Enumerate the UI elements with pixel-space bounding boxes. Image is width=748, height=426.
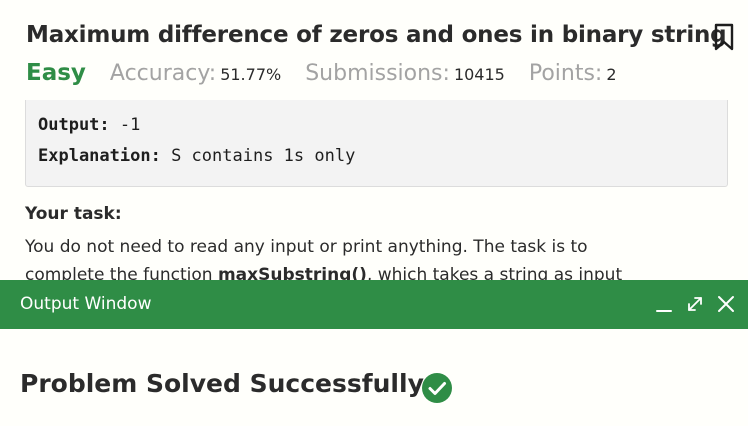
minimize-icon[interactable] [652, 292, 676, 316]
output-line: Output: -1 [38, 115, 140, 135]
accuracy-value: 51.77% [220, 65, 282, 84]
points-label: Points: [528, 61, 603, 86]
problem-header: Maximum difference of zeros and ones in … [0, 0, 748, 100]
explanation-line: Explanation: S contains 1s only [38, 146, 355, 166]
submissions-value: 10415 [453, 65, 505, 84]
output-label: Output: [38, 115, 110, 135]
result-message: Problem Solved Successfully [20, 369, 424, 398]
explanation-value: S contains 1s only [171, 146, 356, 166]
expand-icon[interactable] [683, 292, 707, 316]
submissions-label: Submissions: [305, 61, 450, 86]
points-value: 2 [606, 65, 617, 84]
problem-meta: Easy Accuracy: 51.77% Submissions: 10415… [26, 60, 641, 90]
close-icon[interactable] [714, 292, 738, 316]
check-circle-icon [421, 372, 453, 404]
output-window-body: Problem Solved Successfully [0, 329, 748, 426]
example-code-block: Output: -1 Explanation: S contains 1s on… [25, 86, 728, 187]
output-value: -1 [119, 115, 141, 135]
task-line-1: You do not need to read any input or pri… [25, 237, 588, 257]
task-heading: Your task: [25, 204, 122, 224]
explanation-label: Explanation: [38, 146, 161, 166]
problem-title: Maximum difference of zeros and ones in … [26, 22, 727, 48]
bookmark-icon[interactable] [712, 22, 736, 52]
output-window-header: Output Window [0, 280, 748, 329]
difficulty-badge: Easy [26, 60, 86, 86]
output-window-title: Output Window [20, 294, 152, 314]
accuracy-label: Accuracy: [109, 61, 217, 86]
